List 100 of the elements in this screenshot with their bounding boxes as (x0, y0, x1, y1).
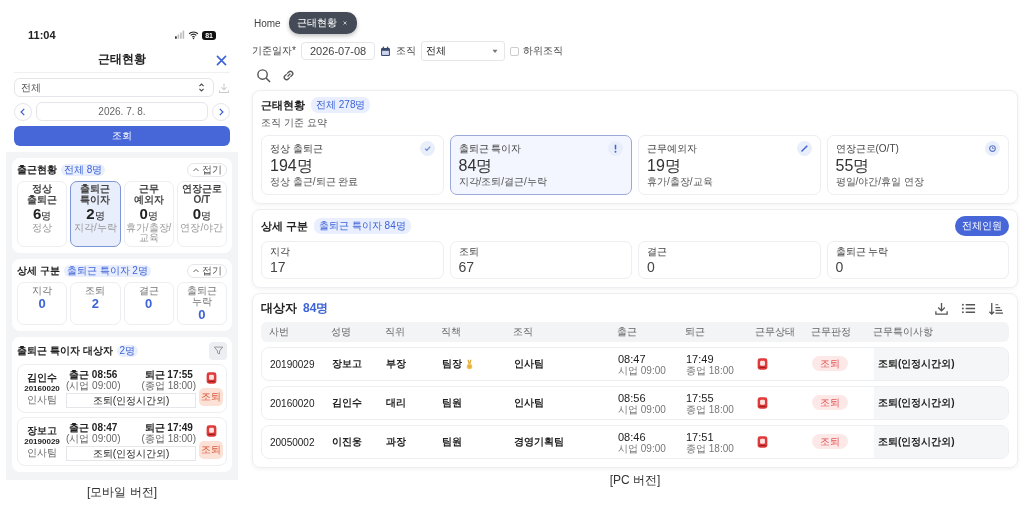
search-icon[interactable] (256, 68, 271, 83)
tile-count: 0 (192, 206, 202, 222)
tile-caption: 정상 출근/퇴근 완료 (270, 175, 360, 189)
detail-tile[interactable]: 지각 17 (261, 241, 444, 279)
scheduled-start: (시업 09:00) (66, 379, 121, 391)
breadcrumb-tab[interactable]: 근태현황 (288, 12, 357, 34)
status-tag: 조퇴 (812, 395, 848, 410)
table-cell-text: 김인수 (332, 396, 363, 410)
column-header: 직위 (385, 325, 406, 339)
table-row[interactable]: 20190029 장보고 부장 팀장 인사팀 08:47 시업 09:00 17:49 종업 18:00 조퇴 조퇴(인정시간외) (261, 347, 1009, 381)
filter-button[interactable] (209, 341, 227, 360)
caret-up-icon (192, 166, 200, 174)
breadcrumb-tab[interactable]: Home (252, 14, 283, 32)
tile-label: 출퇴근 특이자 (79, 184, 112, 205)
tile-value: 0 (145, 295, 153, 311)
tile-caption: 휴가/출장/교육 (647, 175, 714, 189)
column-header: 직책 (441, 325, 462, 339)
table-row[interactable]: 20050002 이진웅 과장 팀원 경영기획팀 08:46 시업 09:00 17:51 종업 18:00 조퇴 조퇴(인정시간외) (261, 425, 1009, 459)
tile-caption: 지각/누락 (74, 222, 117, 234)
count-badge: 2명 (116, 344, 139, 357)
detail-tile[interactable]: 출퇴근 누락 0 (176, 281, 227, 325)
clock-icon (985, 141, 1000, 156)
table-cell-text: 과장 (386, 435, 407, 449)
scheduled-end: (종업 18:00) (141, 379, 196, 391)
chevron-right-icon (216, 106, 226, 117)
table-cell: 팀원 (442, 396, 462, 410)
table-cell-text: 20160020 (270, 397, 316, 409)
wifi-icon (188, 30, 200, 40)
status-tile[interactable]: 근무예외자 19명 휴가/출장/교육 (638, 135, 821, 195)
count-badge: 전체 278명 (311, 97, 371, 113)
collapse-button[interactable]: 접기 (187, 263, 227, 278)
tile-label: 정상 출퇴근 (270, 141, 323, 156)
date-field[interactable]: 2026-07-08 (300, 42, 376, 60)
checkbox[interactable] (510, 46, 520, 56)
caret-up-icon (192, 266, 200, 275)
tile-value: 2 (91, 295, 99, 311)
tile-count: 6 (32, 206, 42, 222)
target-count: 84명 (303, 300, 329, 317)
column-header: 근무특이사항 (873, 325, 934, 339)
pen-icon (796, 141, 812, 156)
org-select[interactable]: 전체 (421, 41, 506, 61)
count-badge: 출퇴근 특이자 2명 (63, 264, 151, 277)
list-icon[interactable] (961, 301, 976, 316)
collapse-button[interactable]: 접기 (187, 163, 227, 177)
detail-tile[interactable]: 조퇴 2 (70, 281, 121, 325)
column-header: 근무상태 (755, 325, 796, 339)
detail-tile[interactable]: 지각 0 (17, 281, 68, 325)
status-tile[interactable]: 연장근로 O/T 0명 연장/야간 (176, 181, 227, 247)
tile-value: 0 (38, 295, 46, 311)
date-field[interactable]: 2026. 7. 8. (36, 102, 208, 121)
detail-tile[interactable]: 결근 0 (638, 241, 821, 279)
link-icon[interactable] (281, 68, 296, 83)
scheduled-start: 시업 09:00 (618, 364, 667, 376)
field-label: 기준일자* (252, 44, 296, 58)
status-tile[interactable]: 정상 출퇴근 194명 정상 출근/퇴근 완료 (261, 135, 444, 195)
table-cell-text: 인사팀 (514, 396, 545, 410)
tile-caption: 지각/조퇴/결근/누락 (458, 175, 548, 189)
tile-label: 결근 (137, 284, 160, 296)
close-icon[interactable] (215, 54, 228, 67)
column-header: 근무판정 (811, 325, 852, 339)
alarm-icon (756, 396, 769, 410)
tile-label: 출퇴근 누락 (185, 284, 218, 307)
clock-in-time: 출근 08:47 (68, 421, 119, 433)
clock-in-time: 08:47 (618, 352, 647, 365)
clock-in-time: 08:46 (618, 430, 647, 443)
status-time: 11:04 (28, 29, 56, 41)
table-cell-text: 대리 (386, 396, 407, 410)
all-staff-button[interactable]: 전체인원 (955, 216, 1009, 236)
tile-label: 연장근로 O/T (180, 184, 223, 205)
sort-icon[interactable] (988, 301, 1003, 316)
status-tile[interactable]: 출퇴근 특이자 84명 지각/조퇴/결근/누락 (449, 135, 632, 195)
status-tile[interactable]: 정상 출퇴근 6명 정상 (17, 181, 68, 247)
caption: [모바일 버전] (87, 483, 157, 501)
tile-value: 0 (647, 259, 656, 275)
status-tile[interactable]: 출퇴근 특이자 2명 지각/누락 (70, 181, 121, 247)
tile-label: 정상 출퇴근 (26, 184, 59, 205)
tile-value: 0 (198, 306, 206, 322)
detail-tile[interactable]: 결근 0 (123, 281, 174, 325)
exclamation-icon (608, 141, 623, 156)
search-button[interactable]: 조회 (14, 126, 230, 146)
funnel-icon (212, 345, 224, 357)
tile-label: 조퇴 (84, 284, 107, 296)
table-cell: 조퇴(인정시간외) (874, 387, 1008, 419)
status-tile[interactable]: 연장근로(O/T) 55명 평일/야간/휴일 연장 (826, 135, 1009, 195)
tile-unit: 명 (94, 211, 105, 222)
column-header: 퇴근 (685, 325, 706, 339)
detail-tile[interactable]: 조퇴 67 (449, 241, 632, 279)
table-cell: 조퇴(인정시간외) (874, 348, 1008, 380)
calendar-icon[interactable] (380, 45, 392, 57)
status-tile[interactable]: 근무 예외자 0명 휴가/출장/교육 (123, 181, 174, 247)
tile-label: 출퇴근 누락 (835, 245, 890, 259)
org-select[interactable]: 전체 (14, 78, 214, 97)
tile-label: 지각 (31, 284, 54, 296)
table-row[interactable]: 20160020 김인수 대리 팀원 인사팀 08:56 시업 09:00 17:55 종업 18:00 조퇴 조퇴(인정시간외) (261, 386, 1009, 420)
field-label: 조직 (396, 44, 417, 58)
detail-tile[interactable]: 출퇴근 누락 0 (826, 241, 1009, 279)
count-badge: 전체 8명 (61, 164, 106, 176)
table-cell-text: 장보고 (332, 357, 363, 371)
clock-out-time: 17:49 (686, 352, 715, 365)
download-icon[interactable] (934, 301, 949, 316)
